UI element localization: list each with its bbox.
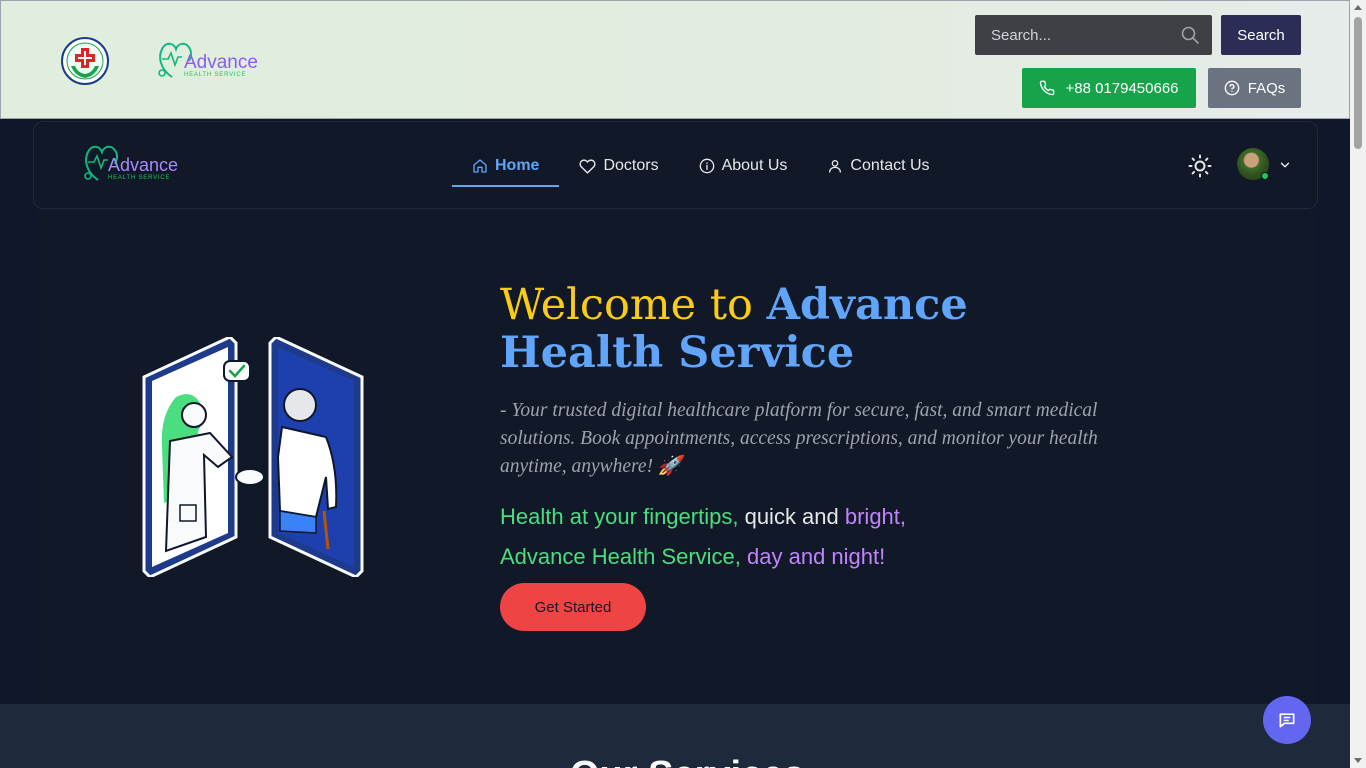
nav-item-about[interactable]: About Us [679,145,808,187]
svg-text:HEALTH SERVICE: HEALTH SERVICE [108,175,170,181]
poem-text: day and night! [740,544,886,569]
search-icon[interactable] [1180,25,1200,45]
nav-item-label: About Us [721,157,788,174]
user-icon [829,160,842,173]
top-header-bar: Advance HEALTH SERVICE Search +88 017945… [0,0,1350,119]
nav-item-contact[interactable]: Contact Us [807,145,949,187]
services-section: Our Services [0,704,1350,768]
chat-button[interactable] [1263,696,1311,744]
search-button[interactable]: Search [1221,15,1301,55]
poem-text: Health at your fingertips, [500,504,739,529]
nav-links: Home Doctors About Us Contact Us [452,122,950,210]
nav-item-doctors[interactable]: Doctors [559,145,678,187]
faqs-label: FAQs [1247,79,1286,97]
main-navbar: Advance HEALTH SERVICE Home Doctors Abou… [33,121,1318,209]
phone-button[interactable]: +88 0179450666 [1022,68,1196,108]
nav-item-label: Home [495,157,540,174]
doctor-patient-illustration [142,337,364,577]
chevron-down-icon[interactable] [1278,158,1292,172]
svg-text:Advance: Advance [108,155,178,175]
poem-text: Advance Health Service, [500,544,741,569]
services-title: Our Services [570,754,804,768]
sun-icon[interactable] [1188,154,1212,178]
faqs-button[interactable]: FAQs [1208,68,1301,108]
scroll-down-arrow[interactable] [1354,758,1362,763]
poem-text: bright, [844,504,907,529]
question-circle-icon [1224,80,1240,96]
search-input[interactable] [991,26,1171,44]
chat-icon [1279,713,1295,728]
hero-section: Welcome to Advance Health Service - Your… [38,209,1316,704]
brand-logo[interactable]: Advance HEALTH SERVICE [156,35,260,81]
heart-icon [579,158,597,174]
page-scrollbar[interactable] [1350,0,1366,768]
poem-line-1: Health at your fingertips, quick and bri… [500,497,1140,537]
nav-brand-logo[interactable]: Advance HEALTH SERVICE [84,140,184,184]
online-status-dot [1261,172,1269,180]
get-started-button[interactable]: Get Started [500,583,646,631]
search-box [975,15,1212,55]
poem-text: quick and [738,504,845,529]
hero-title-welcome: Welcome to [500,280,767,330]
scroll-thumb[interactable] [1354,17,1362,149]
hero-poem: Health at your fingertips, quick and bri… [500,497,1140,577]
hero-tagline: - Your trusted digital healthcare platfo… [500,400,1098,477]
nav-item-label: Doctors [603,157,659,174]
phone-icon [1040,80,1055,96]
info-icon [699,158,714,174]
svg-text:Advance: Advance [184,52,258,73]
scroll-up-arrow[interactable] [1354,5,1362,10]
svg-text:HEALTH SERVICE: HEALTH SERVICE [184,72,246,78]
phone-number: +88 0179450666 [1065,79,1179,97]
home-icon [473,159,487,173]
user-avatar[interactable] [1237,148,1269,180]
hero-title: Welcome to Advance Health Service [500,281,1140,377]
red-cross-hands-emblem-icon[interactable] [59,36,111,86]
nav-item-label: Contact Us [850,157,930,174]
nav-item-home[interactable]: Home [452,145,560,187]
poem-line-2: Advance Health Service, day and night! [500,537,1140,577]
